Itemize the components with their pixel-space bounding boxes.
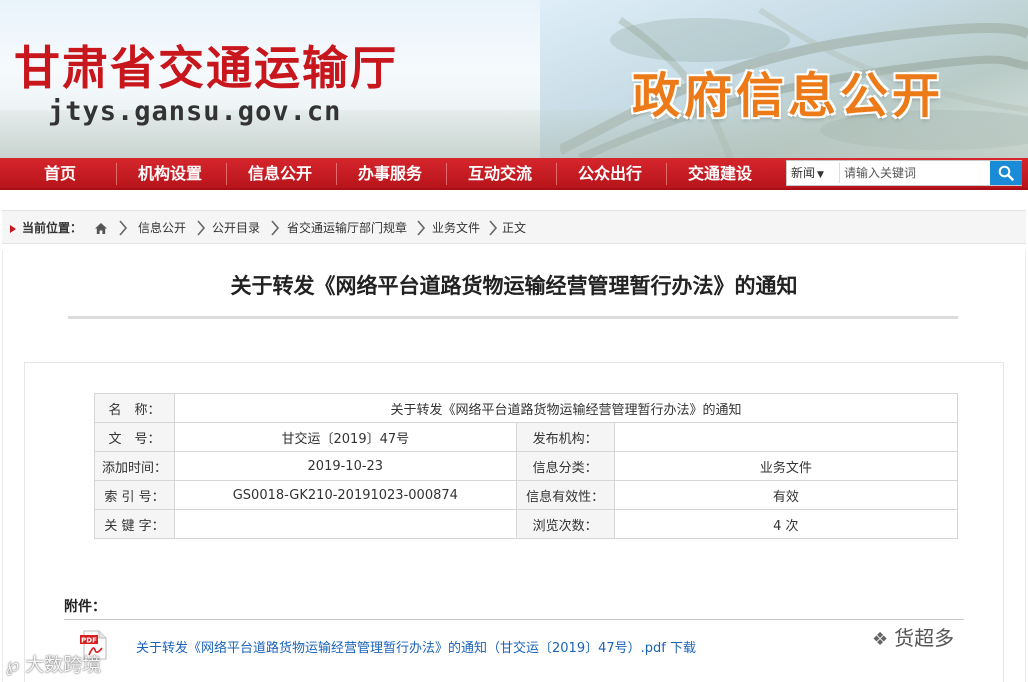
meta-validity-label: 信息有效性：	[515, 480, 615, 510]
wechat-icon: ❖	[872, 629, 889, 650]
nav-item-interaction[interactable]: 互动交流	[448, 158, 552, 188]
home-icon[interactable]	[94, 222, 108, 235]
search-scope-label: 新闻	[791, 166, 816, 180]
meta-publisher-value	[613, 422, 959, 452]
site-banner: 甘肃省交通运输厅 jtys.gansu.gov.cn 政府信息公开	[0, 0, 1028, 158]
site-domain: jtys.gansu.gov.cn	[48, 96, 342, 127]
meta-views-label: 浏览次数：	[515, 509, 615, 539]
meta-name-value: 关于转发《网络平台道路货物运输经营管理暂行办法》的通知	[173, 393, 959, 423]
attachments-divider	[64, 619, 964, 620]
watermark-right: ❖ 货超多	[872, 622, 954, 651]
table-row: 添加时间： 2019-10-23 信息分类： 业务文件	[94, 451, 959, 481]
search-input[interactable]	[839, 163, 967, 183]
chevron-down-icon: ▼	[817, 170, 824, 180]
meta-category-label: 信息分类：	[515, 451, 615, 481]
svg-text:PDF: PDF	[81, 637, 97, 645]
title-divider	[68, 316, 958, 319]
table-row: 名 称： 关于转发《网络平台道路货物运输经营管理暂行办法》的通知	[94, 393, 959, 423]
search-button[interactable]	[990, 161, 1022, 185]
breadcrumb-label: 当前位置：	[22, 221, 83, 235]
meta-views-value: 4 次	[613, 509, 959, 539]
search-scope-select[interactable]: 新闻 ▼	[791, 161, 824, 185]
attachment-download-link[interactable]: 关于转发《网络平台道路货物运输经营管理暂行办法》的通知（甘交运〔2019〕47号…	[136, 637, 696, 656]
meta-index-label: 索 引 号：	[94, 480, 175, 510]
meta-added-label: 添加时间：	[94, 451, 175, 481]
chevron-right-icon	[417, 220, 426, 236]
meta-index-value: GS0018-GK210-20191023-000874	[173, 480, 517, 510]
meta-publisher-label: 发布机构：	[515, 422, 615, 452]
site-title: 甘肃省交通运输厅	[14, 41, 398, 95]
nav-divider	[336, 163, 337, 185]
chevron-right-icon	[489, 220, 498, 236]
nav-divider	[116, 163, 117, 185]
search-box: 新闻 ▼	[786, 160, 1022, 186]
nav-item-organization[interactable]: 机构设置	[118, 158, 222, 188]
breadcrumb-item-info-disclosure[interactable]: 信息公开	[138, 211, 186, 245]
nav-divider	[556, 163, 557, 185]
document-meta-table: 名 称： 关于转发《网络平台道路货物运输经营管理暂行办法》的通知 文 号： 甘交…	[94, 393, 959, 539]
page-title: 关于转发《网络平台道路货物运输经营管理暂行办法》的通知	[230, 274, 798, 298]
nav-item-info-disclosure[interactable]: 信息公开	[228, 158, 332, 188]
nav-item-public-travel[interactable]: 公众出行	[558, 158, 662, 188]
watermark-left: ℘︎ 大数跨境	[6, 654, 102, 676]
nav-divider	[226, 163, 227, 185]
chevron-right-icon	[271, 220, 280, 236]
meta-keywords-label: 关 键 字：	[94, 509, 175, 539]
section-banner-title: 政府信息公开	[632, 68, 945, 124]
table-row: 关 键 字： 浏览次数： 4 次	[94, 509, 959, 539]
meta-name-label: 名 称：	[94, 393, 175, 423]
breadcrumb: 当前位置： 信息公开 公开目录 省交通运输厅部门规章 业务文件 正文	[2, 210, 1026, 244]
meta-added-value: 2019-10-23	[173, 451, 517, 481]
breadcrumb-item-current: 正文	[502, 221, 527, 235]
nav-item-services[interactable]: 办事服务	[338, 158, 442, 188]
meta-docno-value: 甘交运〔2019〕47号	[173, 422, 517, 452]
meta-docno-label: 文 号：	[94, 422, 175, 452]
meta-category-value: 业务文件	[613, 451, 959, 481]
breadcrumb-item-regulations[interactable]: 省交通运输厅部门规章	[287, 211, 407, 245]
table-row: 索 引 号： GS0018-GK210-20191023-000874 信息有效…	[94, 480, 959, 510]
watermark-right-text: 货超多	[894, 626, 955, 650]
nav-item-construction[interactable]: 交通建设	[668, 158, 772, 188]
chevron-right-icon	[119, 220, 128, 236]
breadcrumb-item-business-docs[interactable]: 业务文件	[432, 211, 480, 245]
breadcrumb-item-catalog[interactable]: 公开目录	[212, 211, 260, 245]
nav-divider	[446, 163, 447, 185]
breadcrumb-marker-icon	[10, 225, 16, 233]
search-icon	[998, 165, 1014, 181]
nav-item-home[interactable]: 首页	[8, 158, 112, 188]
table-row: 文 号： 甘交运〔2019〕47号 发布机构：	[94, 422, 959, 452]
chevron-right-icon	[197, 220, 206, 236]
meta-keywords-value	[173, 509, 517, 539]
nav-divider	[666, 163, 667, 185]
attachments-heading: 附件：	[64, 599, 106, 615]
meta-validity-value: 有效	[613, 480, 959, 510]
watermark-left-text: 大数跨境	[25, 654, 102, 676]
